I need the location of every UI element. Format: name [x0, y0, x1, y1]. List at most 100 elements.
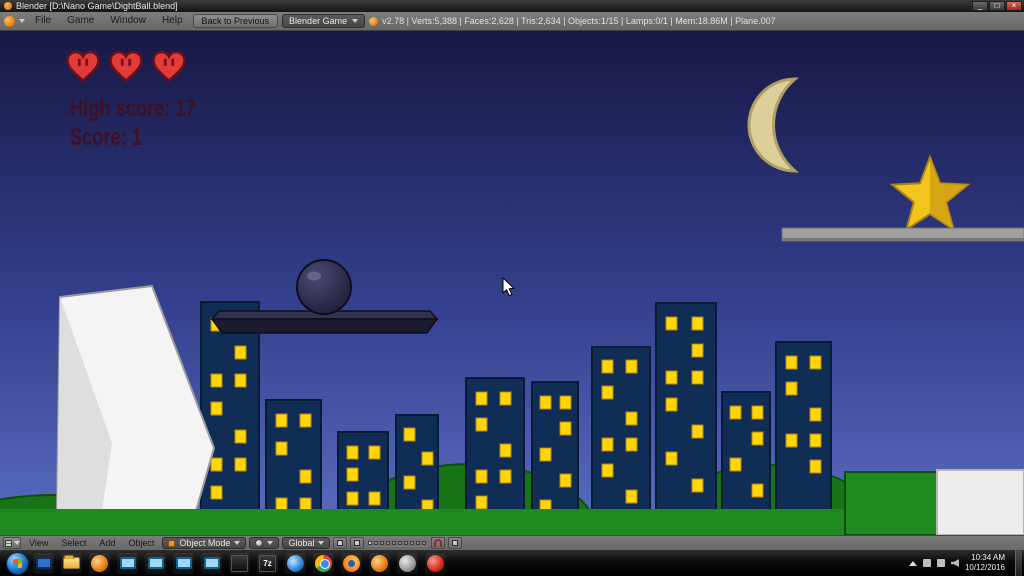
maximize-button[interactable]: □: [989, 1, 1005, 11]
engine-dropdown[interactable]: Blender Game: [282, 14, 365, 28]
monitor-glyph: [176, 557, 192, 569]
taskbar-apps: 7z: [33, 553, 446, 574]
clock-time: 10:34 AM: [965, 553, 1005, 563]
gray-orb-glyph: [399, 555, 416, 572]
monitor-glyph: [204, 557, 220, 569]
editor-type-icon: [5, 540, 12, 547]
desktop-screen: Blender [D:\Nano Game\DightBall.blend] _…: [0, 0, 1024, 576]
back-to-previous-button[interactable]: Back to Previous: [193, 14, 279, 28]
viewport-shading-dropdown[interactable]: [249, 537, 279, 549]
engine-dropdown-label: Blender Game: [289, 16, 347, 26]
editor-type-selector[interactable]: [3, 537, 21, 549]
manipulator-glyph: [337, 540, 343, 546]
menu-object[interactable]: Object: [123, 536, 159, 550]
monitor-glyph: [36, 557, 52, 569]
monitor-icon-3[interactable]: [173, 553, 194, 574]
layer-dot[interactable]: [422, 541, 426, 545]
snap-magnet-button[interactable]: [431, 537, 445, 549]
internet-explorer-icon[interactable]: [285, 553, 306, 574]
high-score-text: High score: 17: [70, 97, 196, 121]
monitor-icon-1[interactable]: [117, 553, 138, 574]
folder-glyph: [63, 557, 80, 569]
translate-manipulator-icon[interactable]: [333, 537, 347, 549]
clock-date: 10/12/2016: [965, 563, 1005, 573]
layers-widget[interactable]: [367, 540, 428, 547]
mode-dropdown-label: Object Mode: [179, 538, 230, 548]
tray-expand-icon[interactable]: [909, 561, 917, 566]
object-mode-icon: [168, 540, 175, 547]
scene-stats-text: v2.78 | Verts:5,388 | Faces:2,628 | Tris…: [382, 16, 776, 26]
heart-icon: [64, 49, 102, 83]
score-text: Score: 1: [70, 126, 142, 150]
layer-dot[interactable]: [368, 541, 372, 545]
white-platform: [937, 470, 1024, 535]
menu-help[interactable]: Help: [156, 12, 189, 30]
menu-game[interactable]: Game: [61, 12, 100, 30]
blender-icon[interactable]: [89, 553, 110, 574]
chrome-orb-glyph: [315, 555, 332, 572]
chevron-down-icon: [19, 19, 25, 23]
layer-dot[interactable]: [404, 541, 408, 545]
menu-file[interactable]: File: [29, 12, 57, 30]
scene-stats: v2.78 | Verts:5,388 | Faces:2,628 | Tris…: [369, 16, 776, 26]
chevron-down-icon: [352, 19, 358, 23]
taskbar-clock[interactable]: 10:34 AM 10/12/2016: [965, 553, 1009, 573]
firefox-orb-glyph: [343, 555, 360, 572]
chevron-down-icon: [267, 541, 273, 545]
rotate-manipulator-icon[interactable]: [350, 537, 364, 549]
terminal-glyph: [231, 555, 248, 572]
chevron-down-icon: [318, 541, 324, 545]
start-button[interactable]: [6, 552, 29, 575]
menu-add[interactable]: Add: [94, 536, 120, 550]
menu-select[interactable]: Select: [56, 536, 91, 550]
green-ledge: [845, 472, 937, 535]
transform-orientation-dropdown[interactable]: Global: [282, 537, 330, 549]
manipulator-glyph: [354, 540, 360, 546]
close-button[interactable]: ×: [1006, 1, 1022, 11]
blender-orb-glyph: [91, 555, 108, 572]
blue-orb-glyph: [287, 555, 304, 572]
lives-hearts: [64, 49, 188, 83]
cmd-icon[interactable]: [229, 553, 250, 574]
monitor-icon-2[interactable]: [145, 553, 166, 574]
layer-dot[interactable]: [386, 541, 390, 545]
chevron-down-icon: [234, 541, 240, 545]
computer-icon[interactable]: [33, 553, 54, 574]
mode-dropdown[interactable]: Object Mode: [162, 537, 246, 549]
layer-dot[interactable]: [380, 541, 384, 545]
record-icon[interactable]: [425, 553, 446, 574]
network-icon[interactable]: [937, 559, 945, 567]
blender-icon-2[interactable]: [369, 553, 390, 574]
blender-app-menu-icon[interactable]: [4, 16, 15, 27]
menu-window[interactable]: Window: [104, 12, 152, 30]
layer-dot[interactable]: [392, 541, 396, 545]
blender-header: File Game Window Help Back to Previous B…: [0, 12, 1024, 31]
monitor-glyph: [120, 557, 136, 569]
explorer-icon[interactable]: [61, 553, 82, 574]
game-ball: [297, 260, 351, 314]
layer-dot[interactable]: [374, 541, 378, 545]
chevron-down-icon: [14, 541, 20, 545]
blender-logo-icon: [369, 17, 378, 26]
menu-view[interactable]: View: [24, 536, 53, 550]
layer-dot[interactable]: [398, 541, 402, 545]
shading-sphere-icon: [255, 539, 263, 547]
window-titlebar[interactable]: Blender [D:\Nano Game\DightBall.blend] _…: [0, 0, 1024, 12]
3d-viewport[interactable]: High score: 17 Score: 1: [0, 31, 1024, 535]
monitor-icon-4[interactable]: [201, 553, 222, 574]
blender-window-icon: [4, 2, 12, 10]
chrome-icon[interactable]: [313, 553, 334, 574]
sevenzip-icon[interactable]: 7z: [257, 553, 278, 574]
volume-icon[interactable]: [951, 559, 959, 567]
gray-ball-icon[interactable]: [397, 553, 418, 574]
action-center-icon[interactable]: [923, 559, 931, 567]
layer-dot[interactable]: [410, 541, 414, 545]
minimize-button[interactable]: _: [972, 1, 988, 11]
viewport-header-bar: View Select Add Object Object Mode Globa…: [0, 535, 1024, 550]
firefox-icon[interactable]: [341, 553, 362, 574]
layer-dot[interactable]: [416, 541, 420, 545]
camera-icon: [452, 540, 458, 546]
system-tray: 10:34 AM 10/12/2016: [909, 550, 1022, 576]
render-opengl-button[interactable]: [448, 537, 462, 549]
show-desktop-button[interactable]: [1015, 550, 1022, 576]
